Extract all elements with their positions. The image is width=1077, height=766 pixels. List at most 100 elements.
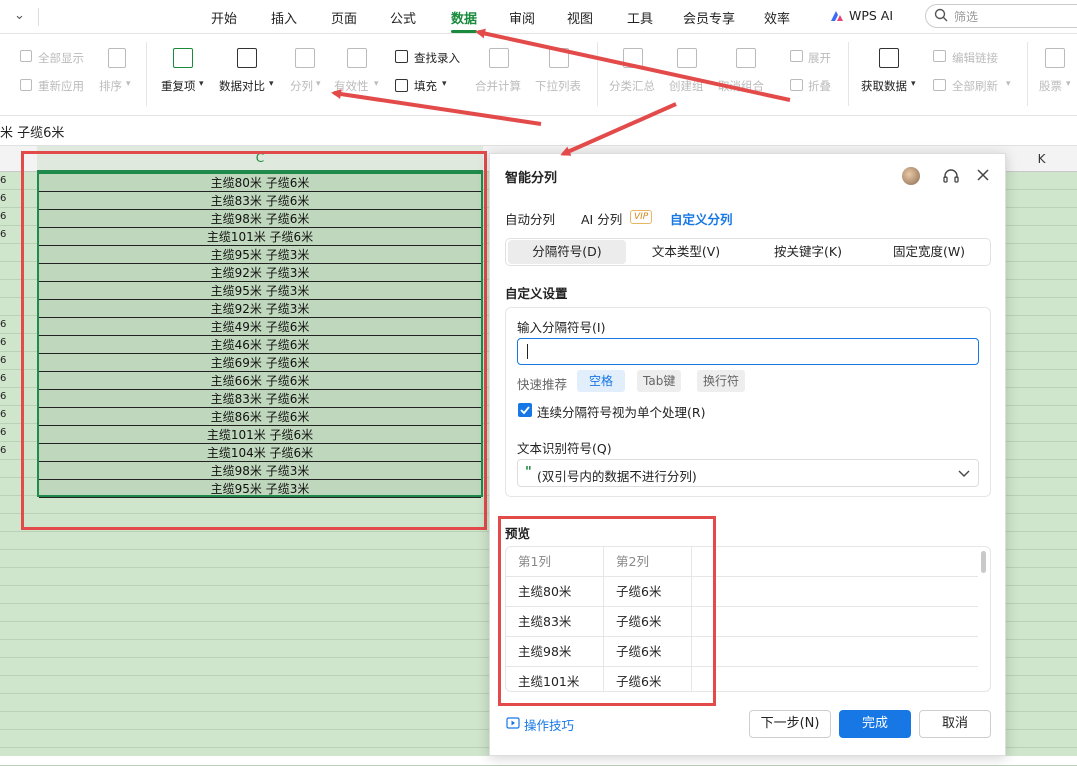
vip-badge: VIP bbox=[630, 210, 653, 224]
menu-page[interactable]: 页面 bbox=[331, 8, 357, 27]
menu-data[interactable]: 数据 bbox=[451, 8, 477, 27]
text-qualifier-select[interactable]: " (双引号内的数据不进行分列) bbox=[517, 459, 979, 487]
chevron-down-icon[interactable]: ⌄ bbox=[14, 8, 25, 23]
cell-b-fragment[interactable]: 6 bbox=[0, 208, 8, 226]
divider bbox=[38, 8, 39, 26]
get-data-icon bbox=[879, 48, 899, 68]
formula-bar[interactable]: 米 子缆6米 bbox=[0, 116, 1077, 146]
delimiter-input[interactable] bbox=[517, 338, 979, 365]
cell-b-fragment[interactable]: 6 bbox=[0, 388, 8, 406]
menu-member[interactable]: 会员专享 bbox=[683, 8, 735, 27]
reapply-icon bbox=[20, 79, 32, 91]
tips-link[interactable]: 操作技巧 bbox=[524, 715, 574, 734]
highlight-box-preview bbox=[498, 516, 716, 706]
consecutive-checkbox[interactable] bbox=[518, 403, 532, 417]
tab-text-type[interactable]: 文本类型(V) bbox=[627, 239, 745, 265]
mode-auto-split[interactable]: 自动分列 bbox=[505, 209, 555, 228]
validity-button[interactable]: 有效性 bbox=[334, 78, 369, 94]
tab-fixed-width[interactable]: 固定宽度(W) bbox=[868, 239, 990, 265]
consecutive-label[interactable]: 连续分隔符号视为单个处理(R) bbox=[537, 402, 705, 421]
find-entry-button[interactable]: 查找录入 bbox=[414, 50, 460, 66]
fill-chevron-icon: ▾ bbox=[442, 79, 447, 89]
wps-ai-button[interactable]: WPS AI bbox=[849, 8, 893, 23]
tab-delimiter[interactable]: 分隔符号(D) bbox=[508, 240, 626, 264]
dropdown-list-icon bbox=[549, 48, 569, 68]
chip-tab[interactable]: Tab键 bbox=[637, 370, 682, 392]
checkmark-icon bbox=[520, 406, 530, 415]
edit-links-icon bbox=[933, 50, 946, 62]
stocks-button[interactable]: 股票 bbox=[1039, 78, 1062, 94]
mode-custom-split[interactable]: 自定义分列 bbox=[670, 209, 733, 228]
collapse-icon bbox=[790, 79, 803, 91]
refresh-all-button[interactable]: 全部刷新 bbox=[952, 78, 998, 94]
validity-icon bbox=[347, 48, 367, 68]
compare-button[interactable]: 数据对比 bbox=[219, 78, 265, 94]
create-group-icon bbox=[677, 48, 697, 68]
menu-review[interactable]: 审阅 bbox=[509, 8, 535, 27]
split-button[interactable]: 分列 bbox=[290, 78, 313, 94]
cell-b-fragment[interactable]: 6 bbox=[0, 406, 8, 424]
ungroup-button[interactable]: 取消组合 bbox=[718, 78, 764, 94]
cell-b-fragment[interactable]: 6 bbox=[0, 316, 8, 334]
chip-newline[interactable]: 换行符 bbox=[697, 370, 746, 392]
edit-links-button[interactable]: 编辑链接 bbox=[952, 50, 998, 66]
menu-home[interactable]: 开始 bbox=[211, 8, 237, 27]
chevron-down-icon bbox=[958, 468, 970, 482]
cell-b-fragment[interactable]: 6 bbox=[0, 424, 8, 442]
search-box[interactable]: 筛选 bbox=[925, 4, 1077, 28]
cell-b-fragment[interactable]: 6 bbox=[0, 334, 8, 352]
menu-insert[interactable]: 插入 bbox=[271, 8, 297, 27]
refresh-all-icon bbox=[933, 79, 946, 91]
fill-button[interactable]: 填充 bbox=[414, 78, 437, 94]
sort-button[interactable]: 排序 bbox=[99, 78, 122, 94]
cell-b-fragment[interactable]: 6 bbox=[0, 226, 8, 244]
preview-scrollbar[interactable] bbox=[981, 551, 986, 573]
validity-chevron-icon: ▾ bbox=[374, 79, 379, 89]
create-group-button[interactable]: 创建组 bbox=[669, 78, 704, 94]
merge-calc-button[interactable]: 合并计算 bbox=[475, 78, 521, 94]
menu-tools[interactable]: 工具 bbox=[627, 8, 653, 27]
stocks-icon bbox=[1045, 48, 1065, 68]
headset-icon[interactable] bbox=[942, 167, 960, 188]
chip-space[interactable]: 空格 bbox=[577, 370, 626, 392]
show-all-button[interactable]: 全部显示 bbox=[38, 50, 84, 66]
next-button[interactable]: 下一步(N) bbox=[749, 710, 831, 738]
stocks-chevron-icon: ▾ bbox=[1066, 79, 1071, 89]
finish-button[interactable]: 完成 bbox=[839, 710, 911, 738]
cell-b-fragment[interactable]: 6 bbox=[0, 352, 8, 370]
dropdown-list-button[interactable]: 下拉列表 bbox=[535, 78, 581, 94]
menu-efficiency[interactable]: 效率 bbox=[764, 8, 790, 27]
avatar[interactable] bbox=[902, 167, 920, 185]
reapply-button[interactable]: 重新应用 bbox=[38, 78, 84, 94]
text-qualifier-label: 文本识别符号(Q) bbox=[517, 441, 612, 456]
compare-chevron-icon: ▾ bbox=[269, 79, 274, 89]
close-icon[interactable] bbox=[975, 167, 991, 186]
duplicates-button[interactable]: 重复项 bbox=[161, 78, 196, 94]
quick-recommend-label: 快速推荐 bbox=[517, 377, 568, 392]
divider bbox=[1027, 42, 1028, 106]
fill-icon bbox=[395, 79, 408, 92]
split-icon bbox=[295, 48, 315, 68]
collapse-button[interactable]: 折叠 bbox=[808, 78, 831, 94]
cancel-button[interactable]: 取消 bbox=[919, 710, 991, 738]
cell-b-fragment[interactable]: 6 bbox=[0, 370, 8, 388]
column-header-k[interactable]: K bbox=[1006, 146, 1077, 172]
active-tab-indicator bbox=[451, 30, 477, 33]
cell-b-fragment[interactable]: 6 bbox=[0, 172, 8, 190]
search-input[interactable]: 筛选 bbox=[954, 8, 978, 25]
subtotal-icon bbox=[623, 48, 643, 68]
ribbon-toolbar: 全部显示 重新应用 排序 ▾ 重复项 ▾ 数据对比 ▾ 分列 ▾ 有效性 ▾ 查… bbox=[0, 34, 1077, 116]
menu-formula[interactable]: 公式 bbox=[390, 8, 416, 27]
delimiter-label: 输入分隔符号(I) bbox=[517, 320, 606, 335]
dialog-title: 智能分列 bbox=[505, 171, 558, 186]
sort-icon bbox=[108, 48, 126, 68]
mode-ai-split[interactable]: AI 分列 bbox=[581, 209, 622, 228]
cell-b-fragment[interactable]: 6 bbox=[0, 442, 8, 460]
subtotal-button[interactable]: 分类汇总 bbox=[609, 78, 655, 94]
menu-view[interactable]: 视图 bbox=[567, 8, 593, 27]
expand-button[interactable]: 展开 bbox=[808, 50, 831, 66]
divider bbox=[597, 42, 598, 106]
tab-keyword[interactable]: 按关键字(K) bbox=[748, 239, 868, 265]
cell-b-fragment[interactable]: 6 bbox=[0, 190, 8, 208]
get-data-button[interactable]: 获取数据 bbox=[861, 78, 907, 94]
